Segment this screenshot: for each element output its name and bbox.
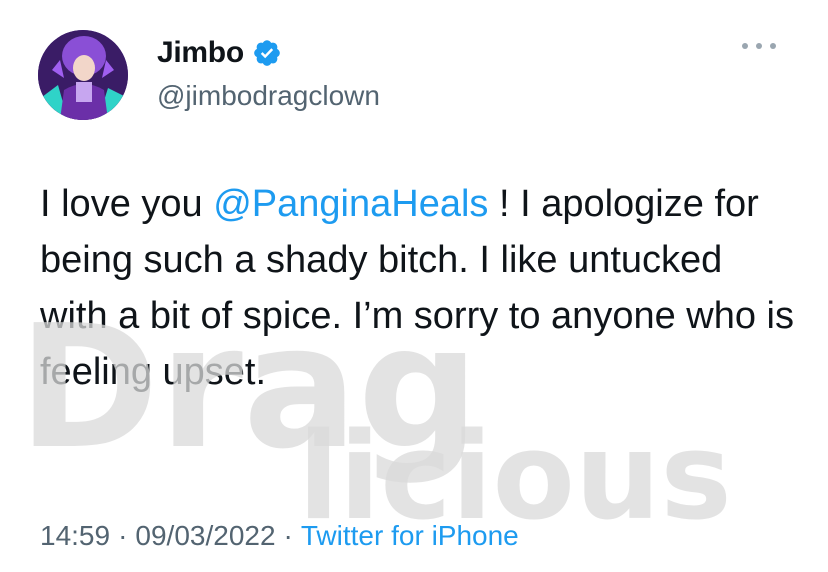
tweet-source-link[interactable]: Twitter for iPhone <box>301 520 519 552</box>
tweet-date[interactable]: 09/03/2022 <box>135 520 275 552</box>
tweet-text-part: I love you <box>40 183 214 225</box>
meta-separator: · <box>283 520 293 551</box>
name-row: Jimbo <box>157 36 282 70</box>
avatar-image <box>38 30 128 120</box>
avatar[interactable] <box>38 30 128 120</box>
more-options-icon[interactable] <box>742 36 776 56</box>
tweet-meta: 14:59 · 09/03/2022 · Twitter for iPhone <box>40 520 519 552</box>
tweet-time[interactable]: 14:59 <box>40 520 110 552</box>
watermark-text-bottom: licious <box>298 408 732 526</box>
mention-link[interactable]: @PanginaHeals <box>213 183 488 225</box>
meta-separator: · <box>118 520 128 551</box>
display-name[interactable]: Jimbo <box>157 36 244 70</box>
tweet-card: Jimbo @jimbodragclown I love you @Pangin… <box>0 0 828 572</box>
verified-badge-icon <box>252 38 282 68</box>
user-handle[interactable]: @jimbodragclown <box>157 80 380 112</box>
tweet-text: I love you @PanginaHeals ! I apologize f… <box>40 176 800 400</box>
